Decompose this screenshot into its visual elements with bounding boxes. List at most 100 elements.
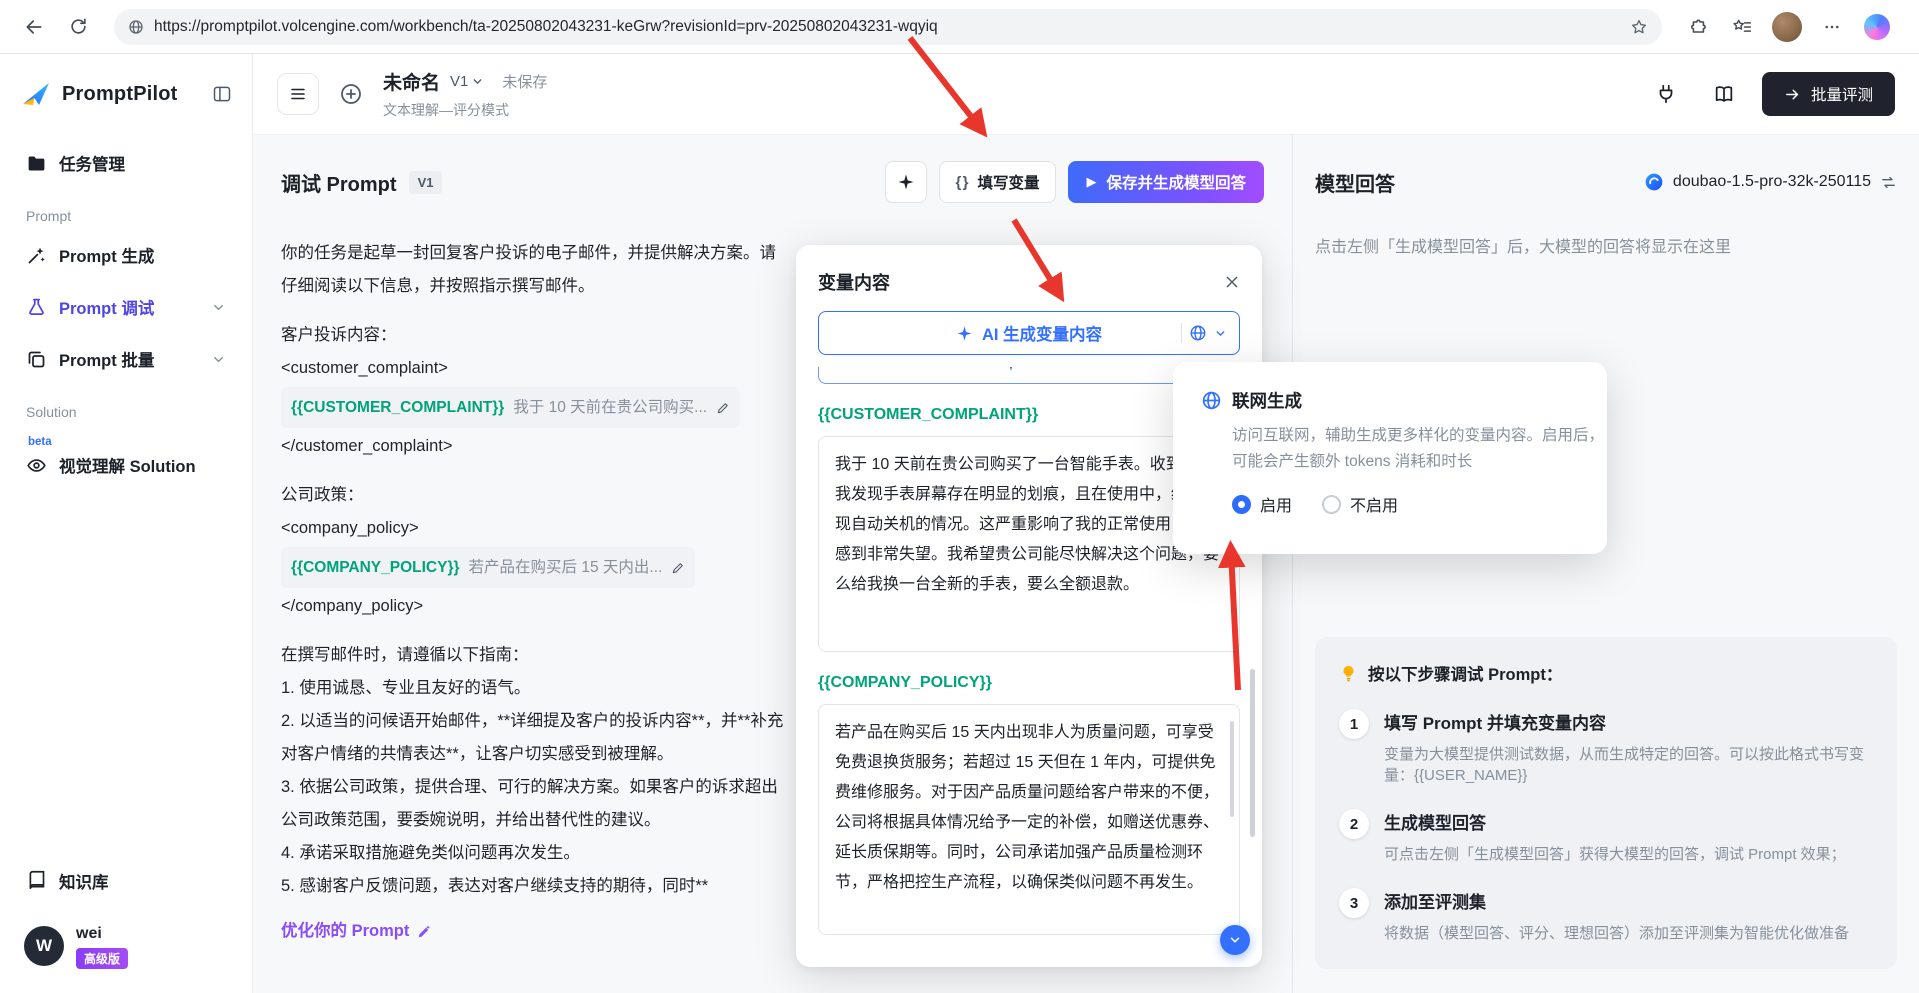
app-logo-icon — [20, 78, 52, 110]
user-avatar: W — [24, 926, 64, 966]
eye-icon — [26, 455, 47, 476]
task-title[interactable]: 未命名 — [383, 68, 440, 95]
batch-evaluation-button[interactable]: 批量评测 — [1762, 72, 1895, 116]
step-description: 变量为大模型提供测试数据，从而生成特定的回答。可以按此格式书写变量：{{USER… — [1384, 743, 1873, 785]
fill-variables-button[interactable]: { } 填写变量 — [939, 161, 1057, 203]
variable-pill-customer-complaint[interactable]: {{CUSTOMER_COMPLAINT}} 我于 10 天前在贵公司购买... — [281, 387, 740, 428]
editor-version-badge: V1 — [409, 171, 443, 194]
brand: PromptPilot — [14, 74, 238, 114]
user-account[interactable]: W wei 高级版 — [14, 916, 238, 977]
step-number: 1 — [1339, 709, 1369, 739]
variable-pill-company-policy[interactable]: {{COMPANY_POLICY}} 若产品在购买后 15 天内出... — [281, 547, 695, 588]
sidebar-item-label: Prompt 生成 — [59, 243, 154, 267]
plan-badge: 高级版 — [76, 948, 128, 969]
ai-generate-variables-button[interactable]: AI 生成变量内容 — [818, 311, 1240, 355]
step-item: 1 填写 Prompt 并填充变量内容 变量为大模型提供测试数据，从而生成特定的… — [1339, 709, 1873, 785]
sidebar-item-label: Prompt 调试 — [59, 295, 154, 319]
globe-icon[interactable] — [1189, 324, 1207, 342]
sidebar-item-prompt-generate[interactable]: Prompt 生成 — [14, 232, 238, 278]
steps-title: 按以下步骤调试 Prompt： — [1368, 661, 1562, 685]
variable-name-label: {{COMPANY_POLICY}} — [818, 674, 1240, 692]
sidebar-item-prompt-debug[interactable]: Prompt 调试 — [14, 284, 238, 330]
url-text[interactable]: https://promptpilot.volcengine.com/workb… — [154, 18, 1620, 36]
copilot-icon[interactable] — [1864, 14, 1890, 40]
back-icon[interactable] — [16, 9, 52, 45]
step-number: 2 — [1339, 809, 1369, 839]
url-bar[interactable]: https://promptpilot.volcengine.com/workb… — [114, 9, 1662, 45]
variable-input-company-policy[interactable]: 若产品在购买后 15 天内出现非人为质量问题，可享受免费退换货服务；若超过 15… — [818, 704, 1240, 935]
play-icon: ▶ — [1086, 174, 1096, 190]
bulb-icon — [1339, 664, 1358, 683]
sidebar-section-prompt: Prompt — [26, 208, 226, 224]
sparkle-pen-icon — [416, 924, 432, 940]
prompt-line: 公司政策： — [281, 479, 786, 512]
ai-polish-button[interactable] — [885, 161, 927, 203]
sidebar-item-vision-solution[interactable]: 视觉理解 Solution — [14, 442, 238, 488]
step-title: 填写 Prompt 并填充变量内容 — [1384, 709, 1873, 734]
chevron-down-icon[interactable] — [1214, 327, 1227, 340]
profile-avatar[interactable] — [1772, 12, 1802, 42]
variable-content-modal: 变量内容 AI 生成变量内容 {{CUSTOMER_COMPLAINT}} 我于… — [796, 245, 1262, 967]
book-icon — [26, 870, 47, 891]
prompt-line: 5. 感谢客户反馈问题，表达对客户继续支持的期待，同时** — [281, 870, 786, 903]
library-icon[interactable] — [1704, 74, 1744, 114]
sidebar-item-label: 知识库 — [59, 869, 109, 893]
sparkle-icon — [956, 325, 973, 342]
workbench-header: 未命名 V1 未保存 文本理解—评分模式 批量评 — [253, 54, 1919, 135]
wand-icon — [26, 245, 47, 266]
browser-toolbar: https://promptpilot.volcengine.com/workb… — [0, 0, 1919, 54]
popover-description: 访问互联网，辅助生成更多样化的变量内容。启用后，可能会产生额外 tokens 消… — [1232, 423, 1604, 475]
flask-icon — [26, 297, 47, 318]
close-icon[interactable] — [1224, 274, 1240, 290]
optimize-prompt-link[interactable]: 优化你的 Prompt — [281, 915, 432, 948]
debug-steps-card: 按以下步骤调试 Prompt： 1 填写 Prompt 并填充变量内容 变量为大… — [1315, 637, 1897, 969]
prompt-line: 1. 使用诚恳、专业且友好的语气。 — [281, 672, 786, 705]
browser-menu-icon[interactable] — [1814, 9, 1850, 45]
step-number: 3 — [1339, 888, 1369, 918]
edit-pencil-icon[interactable] — [716, 401, 730, 415]
step-description: 将数据（模型回答、评分、理想回答）添加至评测集为智能优化做准备 — [1384, 922, 1849, 943]
variable-value: 我于 10 天前在贵公司购买了一台智能手表。收到后，我发现手表屏幕存在明显的划痕… — [835, 456, 1219, 593]
model-logo-icon — [1644, 172, 1664, 192]
model-name: doubao-1.5-pro-32k-250115 — [1673, 173, 1871, 191]
step-title: 添加至评测集 — [1384, 888, 1849, 913]
version-selector[interactable]: V1 — [450, 73, 484, 90]
radio-enable[interactable]: 启用 — [1232, 492, 1292, 516]
model-selector[interactable]: doubao-1.5-pro-32k-250115 — [1644, 172, 1897, 192]
site-info-icon[interactable] — [128, 19, 144, 35]
scroll-down-button[interactable] — [1220, 925, 1250, 955]
prompt-line: 在撰写邮件时，请遵循以下指南： — [281, 639, 786, 672]
hamburger-menu-icon[interactable] — [277, 73, 319, 115]
sidebar-item-knowledge-base[interactable]: 知识库 — [14, 858, 238, 904]
chevron-down-icon — [211, 352, 226, 367]
new-task-icon[interactable] — [333, 76, 369, 112]
plugin-icon[interactable] — [1646, 74, 1686, 114]
prompt-line: 2. 以适当的问候语开始邮件，**详细提及客户的投诉内容**，并**补充对客户情… — [281, 705, 786, 771]
sidebar-item-task-management[interactable]: 任务管理 — [14, 140, 238, 186]
save-status: 未保存 — [502, 71, 547, 92]
popover-title: 联网生成 — [1232, 388, 1302, 413]
sidebar-item-label: 任务管理 — [59, 151, 125, 175]
sidebar-item-prompt-batch[interactable]: Prompt 批量 — [14, 336, 238, 382]
model-answer-panel: 模型回答 doubao-1.5-pro-32k-250115 点击左侧「生成模型… — [1292, 135, 1919, 993]
prompt-line: <company_policy> — [281, 512, 786, 545]
refresh-icon[interactable] — [60, 9, 96, 45]
modal-scrollbar[interactable] — [1250, 669, 1255, 837]
prompt-line: 3. 依据公司政策，提供合理、可行的解决方案。如果客户的诉求超出公司政策范围，要… — [281, 771, 786, 837]
sidebar-item-label: Prompt 批量 — [59, 347, 154, 371]
collapse-sidebar-icon[interactable] — [212, 84, 232, 104]
radio-disable[interactable]: 不启用 — [1322, 492, 1398, 516]
prompt-text-area[interactable]: 你的任务是起草一封回复客户投诉的电子邮件，并提供解决方案。请仔细阅读以下信息，并… — [281, 237, 786, 948]
radio-selected-icon — [1232, 495, 1251, 514]
web-generation-popover: 联网生成 访问互联网，辅助生成更多样化的变量内容。启用后，可能会产生额外 tok… — [1173, 362, 1607, 554]
arrow-right-icon — [1784, 86, 1801, 103]
switch-model-icon[interactable] — [1880, 174, 1897, 191]
save-and-generate-button[interactable]: ▶ 保存并生成模型回答 — [1068, 161, 1264, 203]
edit-pencil-icon[interactable] — [671, 561, 685, 575]
variable-value: 若产品在购买后 15 天内出现非人为质量问题，可享受免费退换货服务；若超过 15… — [835, 724, 1219, 891]
favorites-icon[interactable] — [1724, 9, 1760, 45]
bookmark-star-icon[interactable] — [1630, 18, 1648, 36]
prompt-line: 你的任务是起草一封回复客户投诉的电子邮件，并提供解决方案。请仔细阅读以下信息，并… — [281, 237, 786, 303]
extensions-icon[interactable] — [1680, 9, 1716, 45]
textarea-scrollbar[interactable] — [1230, 721, 1234, 817]
